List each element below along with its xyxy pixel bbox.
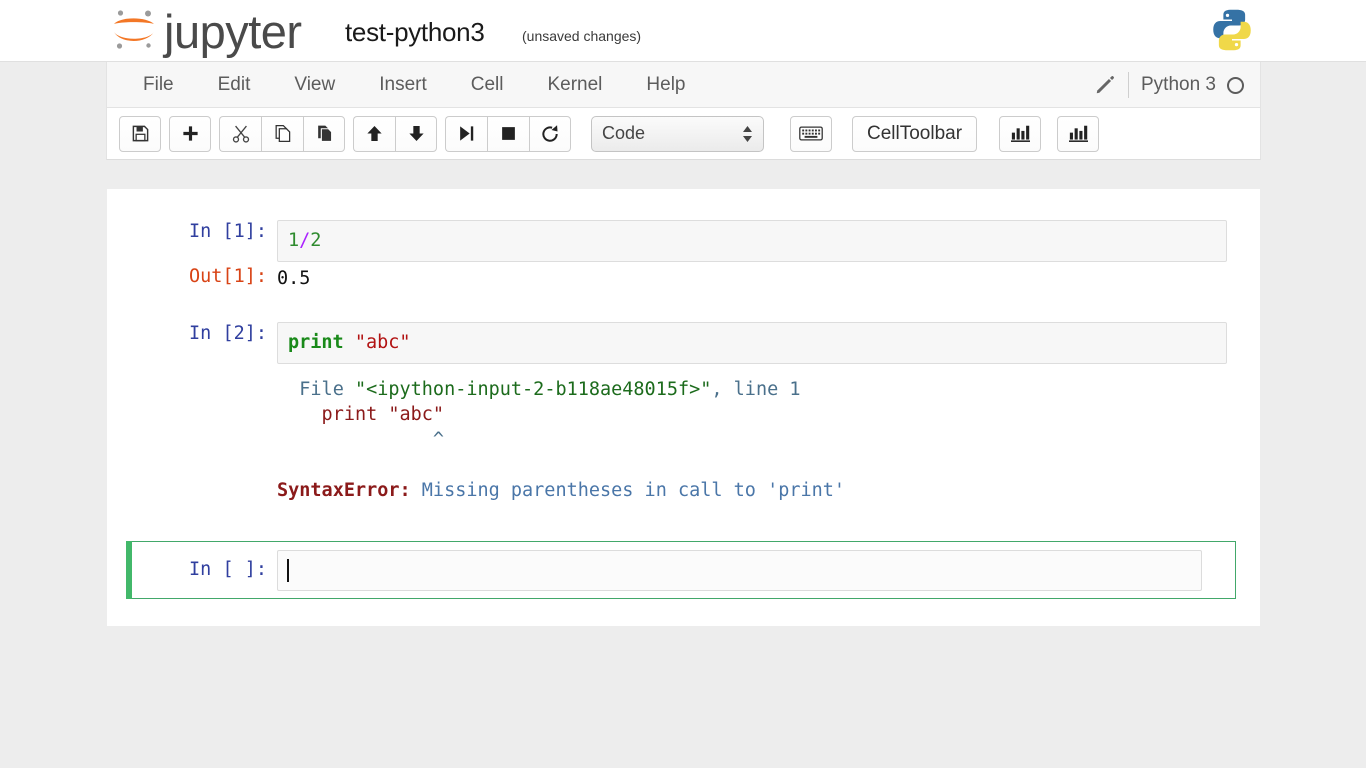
move-cell-up-button[interactable] <box>353 115 395 152</box>
menu-item-cell[interactable]: Cell <box>449 69 526 102</box>
save-status-label: (unsaved changes) <box>522 28 642 44</box>
chart-button-2[interactable] <box>1057 115 1100 152</box>
code-token-keyword: print <box>288 332 344 353</box>
code-input-2[interactable]: print "abc" <box>277 322 1227 365</box>
kernel-idle-circle-icon[interactable] <box>1227 76 1244 94</box>
menu-item-kernel[interactable]: Kernel <box>525 69 624 102</box>
keyboard-icon <box>799 126 823 141</box>
page-header: jupyter test-python3 (unsaved changes) <box>0 0 1366 62</box>
jupyter-logo-link[interactable]: jupyter <box>108 4 302 56</box>
traceback-file-prefix: File <box>277 379 355 400</box>
jupyter-wordmark: jupyter <box>164 4 302 58</box>
selected-cell-marker <box>126 541 132 599</box>
run-cell-button[interactable] <box>445 115 487 152</box>
kernel-name-label: Python 3 <box>1141 74 1216 95</box>
menu-item-view[interactable]: View <box>272 69 357 102</box>
code-token-string: "abc" <box>354 332 411 353</box>
code-cell-2[interactable]: In [2]: print "abc" <box>165 322 1260 365</box>
arrow-down-icon <box>408 125 424 142</box>
code-cell-active[interactable]: In [ ]: <box>126 541 1236 599</box>
toolbar-group-insert <box>169 115 211 152</box>
menu-item-insert[interactable]: Insert <box>357 69 449 102</box>
copy-icon <box>275 124 291 143</box>
input-prompt-active: In [ ]: <box>189 558 267 580</box>
error-traceback-output: File "<ipython-input-2-b118ae48015f>", l… <box>277 377 845 503</box>
input-prompt-2: In [2]: <box>189 323 267 344</box>
toolbar-group-move <box>353 115 437 152</box>
pencil-icon[interactable] <box>1094 74 1116 96</box>
interrupt-kernel-button[interactable] <box>487 115 529 152</box>
toolbar-group-clipboard <box>219 115 345 152</box>
traceback-filename: "<ipython-input-2-b118ae48015f>" <box>354 379 712 400</box>
output-area-1: Out[1]: 0.5 <box>165 265 1260 291</box>
toolbar-group-chart1 <box>999 115 1042 152</box>
code-token-operator: / <box>299 230 311 251</box>
code-token-number: 1 <box>288 230 300 251</box>
paste-cell-button[interactable] <box>303 115 345 152</box>
output-value-1: 0.5 <box>277 268 311 289</box>
restart-circular-arrow-icon <box>542 124 558 142</box>
paste-icon <box>317 125 332 142</box>
toolbar-group-shortcuts <box>790 115 832 152</box>
code-input-1[interactable]: 1/2 <box>277 220 1227 263</box>
input-prompt-1: In [1]: <box>189 221 267 242</box>
traceback-error-name: SyntaxError: <box>277 479 411 501</box>
move-cell-down-button[interactable] <box>395 115 437 152</box>
toolbar-group-chart2 <box>1057 115 1100 152</box>
stop-square-icon <box>502 127 515 140</box>
notebook-toolbar: Code CellToolbar <box>106 108 1261 160</box>
kernel-divider <box>1128 72 1129 98</box>
cell-toolbar-label: CellToolbar <box>867 122 963 144</box>
traceback-error-message: Missing parentheses in call to 'print' <box>410 479 846 501</box>
notebook-container: In [1]: 1/2 Out[1]: 0.5 In [2]: print "a… <box>107 189 1260 626</box>
menu-bar: File Edit View Insert Cell Kernel Help P… <box>106 62 1261 108</box>
traceback-source-line: print "abc" <box>277 404 445 426</box>
toolbar-group-save <box>119 115 161 152</box>
save-button[interactable] <box>119 115 161 152</box>
cell-type-select[interactable]: Code <box>591 115 764 152</box>
traceback-caret-marker: ^ <box>277 429 445 451</box>
jupyter-logo-icon <box>114 10 154 49</box>
cell-toolbar-button[interactable]: CellToolbar <box>852 115 978 152</box>
menu-item-edit[interactable]: Edit <box>196 69 273 102</box>
python-logo-icon <box>1208 6 1256 59</box>
cut-cell-button[interactable] <box>219 115 261 152</box>
bar-chart-icon <box>1010 125 1030 142</box>
run-step-forward-icon <box>460 126 474 141</box>
traceback-lineno: , line 1 <box>711 379 801 400</box>
cell-type-value: Code <box>602 123 646 143</box>
notebook-title[interactable]: test-python3 <box>345 17 485 48</box>
code-token-number: 2 <box>310 230 322 251</box>
arrow-up-icon <box>367 125 382 142</box>
plus-icon <box>182 126 198 141</box>
restart-kernel-button[interactable] <box>529 115 571 152</box>
menu-item-help[interactable]: Help <box>624 69 707 102</box>
toolbar-group-celltoolbar: CellToolbar <box>852 115 978 152</box>
code-input-active[interactable] <box>277 549 1202 591</box>
text-caret <box>287 558 289 582</box>
bar-chart-icon <box>1068 125 1088 142</box>
output-prompt-1: Out[1]: <box>189 266 267 287</box>
keyboard-shortcuts-button[interactable] <box>790 115 832 152</box>
scissors-icon <box>232 125 249 143</box>
menu-items-list: File Edit View Insert Cell Kernel Help <box>107 62 1260 108</box>
chart-button-1[interactable] <box>999 115 1042 152</box>
code-cell-1[interactable]: In [1]: 1/2 <box>165 220 1260 263</box>
kernel-status-area: Python 3 <box>1094 62 1244 108</box>
menu-item-file[interactable]: File <box>121 69 196 102</box>
insert-cell-below-button[interactable] <box>169 115 211 152</box>
toolbar-group-run <box>445 115 571 152</box>
copy-cell-button[interactable] <box>261 115 303 152</box>
chevron-updown-icon <box>742 124 753 144</box>
floppy-disk-icon <box>132 125 148 142</box>
